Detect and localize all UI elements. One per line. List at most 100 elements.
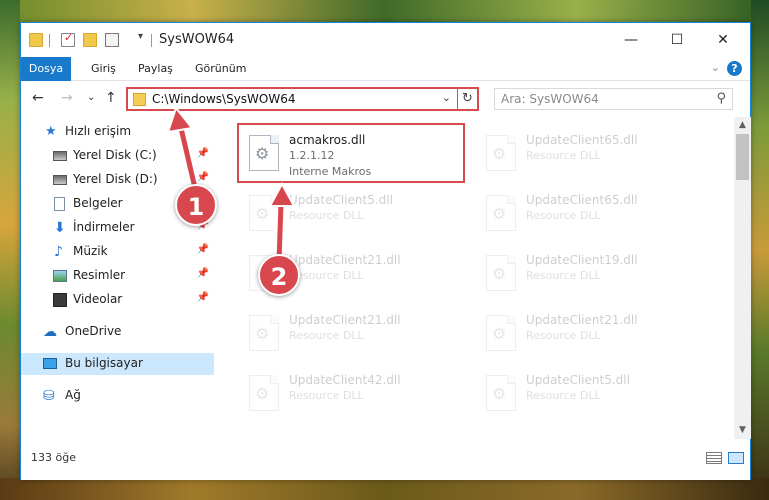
file-description: Resource DLL bbox=[526, 389, 601, 402]
recent-locations-chevron-icon[interactable]: ⌄ bbox=[87, 92, 95, 103]
search-icon[interactable]: ⚲ bbox=[716, 91, 726, 106]
tab-share[interactable]: Paylaş bbox=[128, 57, 183, 81]
file-item[interactable]: ⚙ UpdateClient65.dll Resource DLL bbox=[476, 185, 696, 243]
ribbon: Dosya Giriş Paylaş Görünüm ⌄ ? bbox=[21, 57, 750, 115]
cloud-icon: ☁ bbox=[43, 324, 57, 340]
sidebar-item-onedrive[interactable]: ☁ OneDrive bbox=[21, 321, 214, 343]
sidebar-item-this-pc[interactable]: Bu bilgisayar bbox=[21, 353, 214, 375]
gear-icon: ⚙ bbox=[255, 204, 270, 223]
help-icon[interactable]: ? bbox=[727, 61, 742, 76]
file-description: Resource DLL bbox=[289, 389, 364, 402]
back-arrow-icon[interactable]: ← bbox=[32, 90, 44, 106]
file-name: UpdateClient21.dll bbox=[526, 313, 638, 327]
search-input[interactable]: Ara: SysWOW64 ⚲ bbox=[494, 88, 733, 110]
file-description: Resource DLL bbox=[289, 269, 364, 282]
file-name: UpdateClient5.dll bbox=[289, 193, 393, 207]
pin-icon: 📌 bbox=[196, 292, 209, 303]
file-item[interactable]: ⚙ UpdateClient5.dll Resource DLL bbox=[239, 185, 459, 243]
file-item[interactable]: ⚙ UpdateClient42.dll Resource DLL bbox=[239, 365, 459, 423]
sidebar-item-label: İndirmeler bbox=[73, 220, 135, 234]
sidebar-item-label: Bu bilgisayar bbox=[65, 356, 143, 370]
search-placeholder: Ara: SysWOW64 bbox=[501, 92, 599, 106]
desktop-background-right bbox=[751, 0, 769, 500]
file-item[interactable]: ⚙ UpdateClient65.dll Resource DLL bbox=[476, 125, 696, 183]
file-description: Resource DLL bbox=[526, 329, 601, 342]
tab-view[interactable]: Görünüm bbox=[185, 57, 256, 81]
sidebar-item-music[interactable]: ♪ Müzik 📌 bbox=[21, 241, 214, 263]
file-description: Resource DLL bbox=[526, 269, 601, 282]
sidebar-item-label: Yerel Disk (D:) bbox=[73, 172, 158, 186]
scroll-thumb[interactable] bbox=[736, 134, 749, 180]
pin-icon: 📌 bbox=[196, 148, 209, 159]
file-description: Resource DLL bbox=[289, 329, 364, 342]
forward-arrow-icon[interactable]: → bbox=[61, 90, 73, 106]
pin-icon: 📌 bbox=[196, 244, 209, 255]
title-separator bbox=[49, 34, 50, 47]
gear-icon: ⚙ bbox=[492, 144, 507, 163]
dll-file-icon: ⚙ bbox=[486, 315, 516, 351]
window-title: SysWOW64 bbox=[159, 32, 235, 47]
address-path[interactable]: C:\Windows\SysWOW64 bbox=[152, 92, 296, 106]
download-icon: ⬇ bbox=[54, 220, 66, 236]
sidebar-item-network[interactable]: ⛁ Ağ bbox=[21, 385, 214, 407]
file-item[interactable]: ⚙ UpdateClient21.dll Resource DLL bbox=[476, 305, 696, 363]
new-folder-icon[interactable] bbox=[83, 33, 97, 47]
scroll-up-icon[interactable]: ▲ bbox=[734, 117, 751, 134]
dll-file-icon: ⚙ bbox=[486, 135, 516, 171]
title-bar: ▾ SysWOW64 — ☐ ✕ bbox=[21, 23, 750, 57]
step-2-badge: 2 bbox=[258, 254, 300, 296]
tab-home[interactable]: Giriş bbox=[81, 57, 126, 81]
file-name: UpdateClient65.dll bbox=[526, 133, 638, 147]
sidebar-item-label: Hızlı erişim bbox=[65, 124, 132, 138]
sidebar-item-videos[interactable]: Videolar 📌 bbox=[21, 289, 214, 311]
expand-ribbon-icon[interactable]: ⌄ bbox=[711, 61, 720, 74]
title-separator-2 bbox=[151, 34, 152, 47]
documents-icon bbox=[54, 197, 65, 211]
file-item[interactable]: ⚙ UpdateClient5.dll Resource DLL bbox=[476, 365, 696, 423]
file-name: UpdateClient19.dll bbox=[526, 253, 638, 267]
address-bar[interactable]: C:\Windows\SysWOW64 ⌄ bbox=[126, 87, 479, 111]
videos-icon bbox=[53, 293, 67, 307]
pin-icon: 📌 bbox=[196, 268, 209, 279]
folder-icon bbox=[29, 33, 43, 47]
up-arrow-icon[interactable]: ↑ bbox=[105, 90, 117, 106]
refresh-button[interactable]: ↻ bbox=[457, 87, 479, 111]
properties-check-icon[interactable] bbox=[61, 31, 75, 47]
desktop-background-top bbox=[0, 0, 769, 22]
sidebar-item-label: OneDrive bbox=[65, 324, 122, 338]
file-name: UpdateClient42.dll bbox=[289, 373, 401, 387]
dll-file-icon: ⚙ bbox=[249, 375, 279, 411]
file-description: Resource DLL bbox=[526, 149, 601, 162]
file-item[interactable]: ⚙ UpdateClient21.dll Resource DLL bbox=[239, 305, 459, 363]
details-view-icon[interactable] bbox=[706, 452, 722, 464]
sidebar-item-label: Belgeler bbox=[73, 196, 123, 210]
close-button[interactable]: ✕ bbox=[700, 23, 746, 57]
file-version: 1.2.1.12 bbox=[289, 149, 335, 162]
star-icon: ★ bbox=[45, 124, 57, 139]
large-icons-view-icon[interactable] bbox=[728, 452, 744, 464]
maximize-button[interactable]: ☐ bbox=[654, 23, 700, 57]
sidebar-item-label: Resimler bbox=[73, 268, 126, 282]
pictures-icon bbox=[53, 270, 67, 282]
desktop-background-left bbox=[0, 0, 20, 500]
scroll-down-icon[interactable]: ▼ bbox=[734, 422, 751, 439]
file-item[interactable]: ⚙ UpdateClient19.dll Resource DLL bbox=[476, 245, 696, 303]
customize-icon[interactable] bbox=[105, 33, 119, 47]
gear-icon: ⚙ bbox=[255, 324, 270, 343]
sidebar-item-label: Videolar bbox=[73, 292, 123, 306]
sidebar-item-pictures[interactable]: Resimler 📌 bbox=[21, 265, 214, 287]
vertical-scrollbar[interactable]: ▲ ▼ bbox=[734, 117, 751, 439]
pin-icon: 📌 bbox=[196, 172, 209, 183]
drive-icon bbox=[53, 151, 67, 161]
step-1-badge: 1 bbox=[175, 184, 217, 226]
file-name: UpdateClient65.dll bbox=[526, 193, 638, 207]
address-dropdown-icon[interactable]: ⌄ bbox=[442, 91, 451, 104]
dll-file-icon: ⚙ bbox=[486, 195, 516, 231]
sidebar-item-local-disk-c[interactable]: Yerel Disk (C:) 📌 bbox=[21, 145, 214, 167]
quick-access-dropdown-icon[interactable]: ▾ bbox=[138, 31, 143, 42]
file-item-highlighted[interactable]: ⚙ acmakros.dll 1.2.1.12 Interne Makros bbox=[237, 123, 465, 183]
dll-file-icon: ⚙ bbox=[249, 315, 279, 351]
minimize-button[interactable]: — bbox=[608, 23, 654, 57]
network-icon: ⛁ bbox=[43, 388, 55, 404]
sidebar-item-quick-access[interactable]: ★ Hızlı erişim bbox=[21, 121, 214, 143]
